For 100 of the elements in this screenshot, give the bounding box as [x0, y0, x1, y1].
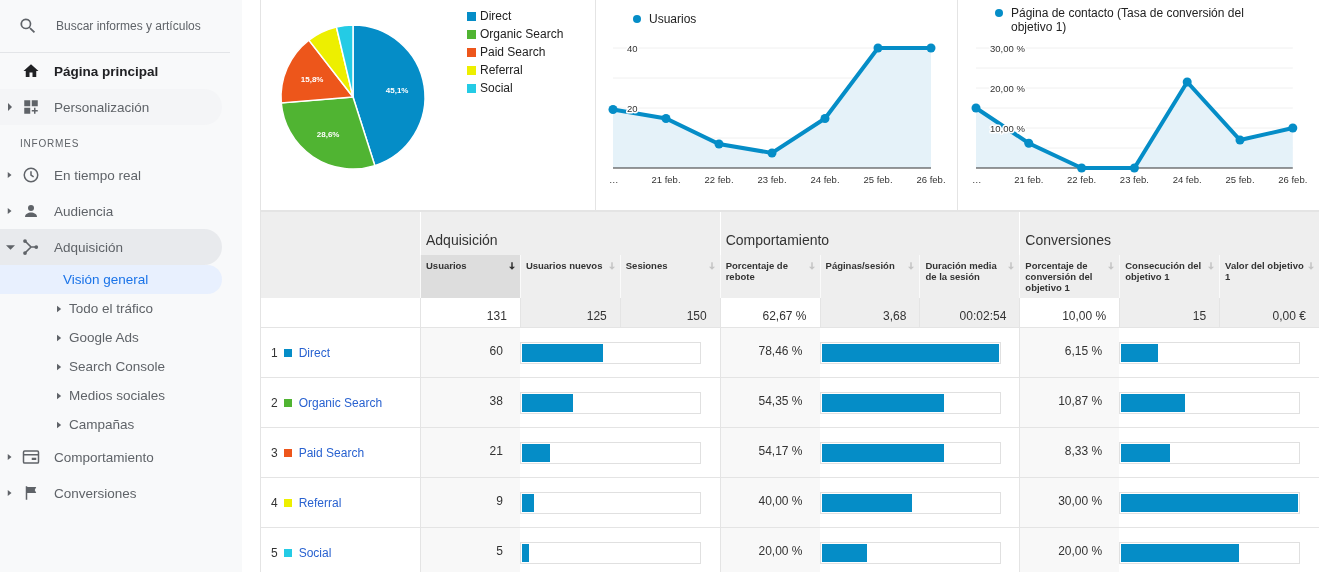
nav-item[interactable]: Adquisición [0, 229, 222, 265]
section-heading: INFORMES [19, 137, 81, 151]
data-point [767, 148, 777, 158]
caret-right-icon [57, 391, 62, 400]
data-point [1235, 135, 1245, 145]
sort-arrow-icon [1208, 262, 1215, 270]
nav-subitem[interactable]: Search Console [0, 352, 222, 381]
slice-label: 28,6% [316, 130, 340, 140]
data-point [1288, 123, 1298, 133]
channel-link[interactable]: Referral [298, 495, 342, 510]
search-field[interactable]: Buscar informes y artículos [56, 17, 226, 35]
row-number: 4 [271, 495, 278, 510]
row-number: 1 [271, 345, 278, 360]
table-cell: 10,87 % [1019, 378, 1120, 427]
caret-right-icon [57, 420, 62, 429]
x-tick-label: 24 feb. [810, 174, 840, 185]
sort-arrow-icon [608, 262, 615, 270]
legend-swatch [467, 65, 476, 75]
nav-item[interactable]: Audiencia [0, 193, 222, 229]
y-tick-label: 30,00 % [990, 42, 1025, 54]
data-point [820, 114, 830, 123]
nav-subitem[interactable]: Campañas [0, 410, 222, 439]
table-cell: 20,00 % [719, 528, 820, 572]
channel-link[interactable]: Direct [298, 345, 331, 360]
legend-swatch [467, 47, 476, 57]
y-tick-label: 40 [627, 42, 638, 54]
table-cell: 60 [420, 328, 520, 377]
nav-item[interactable]: En tiempo real [0, 157, 222, 193]
x-tick-label: 24 feb. [1172, 174, 1202, 185]
x-tick-label: … [972, 174, 982, 185]
x-tick-label: 23 feb. [757, 174, 787, 185]
table-cell: 40,00 % [719, 478, 820, 527]
total-cell: 150 [619, 298, 720, 327]
table-cell: 54,17 % [719, 428, 820, 477]
data-point [1024, 138, 1034, 148]
nav-item[interactable]: Comportamiento [0, 439, 222, 475]
table-cell: 54,35 % [719, 378, 820, 427]
caret-right-icon [57, 362, 62, 371]
legend-label: Usuarios [649, 12, 697, 26]
x-tick-label: 21 feb. [1014, 174, 1044, 185]
total-cell: 125 [519, 298, 620, 327]
dashboard-add-icon [22, 98, 40, 116]
legend-label: Social [480, 81, 513, 95]
column-header[interactable]: Usuarios [420, 255, 520, 298]
x-tick-label: 22 feb. [1067, 174, 1097, 185]
channel-link[interactable]: Social [298, 545, 332, 560]
sort-arrow-icon [508, 262, 515, 270]
legend-swatch [467, 29, 476, 39]
total-cell: 0,00 € [1219, 298, 1319, 327]
data-point [971, 103, 981, 113]
x-tick-label: 22 feb. [704, 174, 734, 185]
total-cell: 00:02:54 [919, 298, 1020, 327]
y-tick-label: 20 [627, 102, 638, 114]
total-cell: 3,68 [819, 298, 920, 327]
clock-icon [22, 166, 40, 184]
table-cell: 78,46 % [719, 328, 820, 377]
table-cell: 21 [420, 428, 520, 477]
legend-label: Direct [480, 9, 512, 23]
slice-label: 15,8% [300, 75, 324, 84]
table-cell: 5 [420, 528, 520, 572]
nav-subitem[interactable]: Google Ads [0, 323, 222, 352]
fork-icon [22, 238, 40, 256]
nav-item[interactable]: Personalización [0, 89, 222, 125]
sort-arrow-icon [1308, 262, 1314, 270]
table-cell: 8,33 % [1019, 428, 1120, 477]
caret-right-icon [57, 333, 62, 342]
person-icon [22, 202, 40, 220]
data-point [714, 139, 724, 149]
row-number: 3 [271, 445, 278, 460]
nav-subitem[interactable]: Medios sociales [0, 381, 222, 410]
row-number: 5 [271, 545, 278, 560]
search-icon[interactable] [18, 16, 38, 36]
table-cell: 6,15 % [1019, 328, 1120, 377]
legend-dot [633, 15, 641, 23]
legend-swatch [467, 83, 476, 93]
x-tick-label: 25 feb. [863, 174, 893, 185]
data-point [661, 114, 671, 123]
data-point [1129, 163, 1139, 173]
data-point [1077, 163, 1087, 173]
legend-label: Paid Search [480, 45, 546, 59]
sort-arrow-icon [908, 262, 915, 270]
data-point [926, 43, 936, 53]
nav-item[interactable]: Página principal [0, 53, 222, 89]
nav-item[interactable]: Conversiones [0, 475, 222, 511]
sort-arrow-icon [1008, 262, 1015, 270]
channel-link[interactable]: Organic Search [298, 395, 383, 410]
data-point [608, 105, 618, 114]
x-tick-label: 21 feb. [651, 174, 681, 185]
table-cell: 38 [420, 378, 520, 427]
caret-right-icon [57, 304, 62, 313]
x-tick-label: … [609, 174, 619, 185]
nav-subitem[interactable]: Visión general [0, 265, 222, 294]
nav-subitem[interactable]: Todo el tráfico [0, 294, 222, 323]
slice-label: 45,1% [385, 86, 409, 96]
channel-link[interactable]: Paid Search [298, 445, 365, 460]
x-tick-label: 26 feb. [916, 174, 946, 185]
legend-swatch [467, 11, 476, 21]
legend-label: Referral [480, 63, 523, 77]
x-tick-label: 23 feb. [1119, 174, 1149, 185]
x-tick-label: 25 feb. [1225, 174, 1255, 185]
